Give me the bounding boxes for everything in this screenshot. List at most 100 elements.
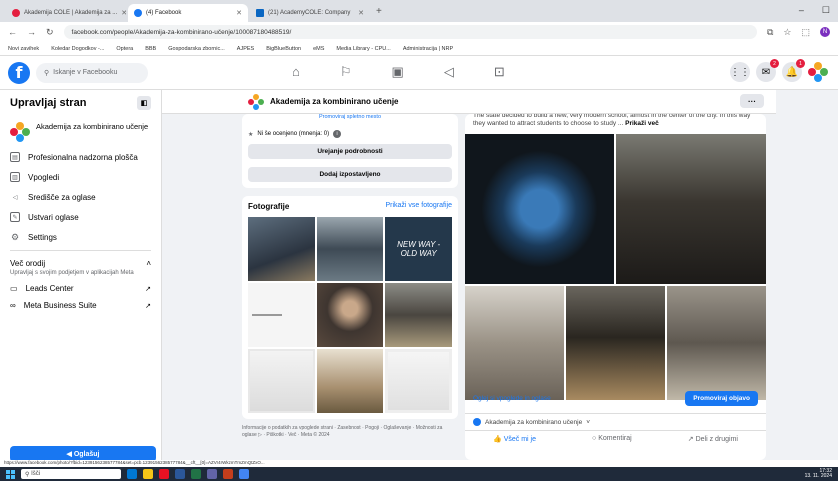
share-button[interactable]: ↗ Deli z drugimi [688,435,738,443]
see-more-link[interactable]: Prikaži več [625,120,659,127]
photo-tile[interactable] [316,283,384,347]
page-header: Akademija za kombinirano učenje ··· [162,90,776,114]
bookmark-item[interactable]: Gospodarska zbornic... [168,46,225,52]
promote-website-link[interactable]: Promoviraj spletno mesto [248,114,452,124]
bookmark-item[interactable]: BBB [145,46,156,52]
post-text: The state decided to build a new, very m… [473,114,751,128]
sidebar-page-entry[interactable]: Akademija za kombinirano učenje [10,122,151,142]
back-arrow-icon[interactable]: ← [8,27,17,37]
new-tab-button[interactable]: + [376,6,382,17]
divider [10,250,151,251]
post-photo[interactable] [566,286,665,400]
page-avatar[interactable] [808,62,828,82]
bell-icon[interactable]: 🔔 1 [782,59,805,82]
sidebar-item-settings[interactable]: ⚙ Settings [10,232,151,242]
pages-icon[interactable]: ▣ [392,64,404,80]
star-icon: ★ [248,131,254,138]
taskbar-search-input[interactable]: ⚲ Išči [21,469,121,479]
flag-icon[interactable]: ⚐ [340,64,352,80]
collapse-icon[interactable]: ◧ [137,96,151,110]
more-tools-title: Več orodij [10,259,46,268]
windows-start-icon[interactable] [6,469,15,479]
photo-tile[interactable] [385,349,452,413]
taskbar-app-icon[interactable] [191,469,201,479]
menu-grid-icon[interactable]: ⋮⋮ [730,62,750,82]
photo-tile[interactable] [385,283,452,347]
taskbar-app-icon[interactable] [207,469,217,479]
home-icon[interactable]: ⌂ [292,64,300,80]
star-icon[interactable]: ☆ [783,27,791,38]
maximize-button[interactable]: ☐ [822,5,830,16]
close-icon[interactable]: ✕ [358,9,364,17]
bookmark-item[interactable]: Media Library - CPU... [336,46,390,52]
bookmark-item[interactable]: Novi zavihek [8,46,39,52]
browser-tab-linkedin[interactable]: (21) AcademyCOLE: Company ✕ [250,4,370,22]
info-icon[interactable]: i [333,130,342,138]
photo-tile[interactable] [248,283,315,347]
facebook-search-input[interactable]: ⚲ Iskanje v Facebooku [36,62,148,83]
more-options-button[interactable]: ··· [740,94,764,108]
taskbar-app-icon[interactable] [239,469,249,479]
browser-tab-cole[interactable]: Akademija COLE | Akademija za ... ✕ [6,4,126,22]
search-icon: ⚲ [44,69,50,77]
post-photo[interactable] [616,134,766,284]
extensions-icon[interactable]: ⬚ [801,27,810,38]
photo-tile[interactable] [316,217,384,281]
photo-tile[interactable] [248,217,315,281]
system-clock[interactable]: 17:32 13. 11. 2024 [805,468,832,480]
facebook-logo-icon[interactable]: f [8,61,30,84]
bookmark-item[interactable]: AJPES [237,46,254,52]
bookmark-item[interactable]: BigBlueButton [266,46,301,52]
taskbar-app-icon[interactable] [175,469,185,479]
bookmarks-bar: Novi zavihek Koledar Dogodkov -... Opter… [0,42,838,56]
edit-details-button[interactable]: Urejanje podrobnosti [248,144,452,159]
gaming-icon[interactable]: ⊡ [494,64,505,80]
photo-tile[interactable] [248,349,315,413]
translate-icon[interactable]: ⧉ [767,27,773,38]
reload-icon[interactable]: ↻ [46,27,54,38]
photo-tile[interactable] [316,349,384,413]
external-link-icon: ↗ [145,285,151,293]
sidebar-item-meta-business-suite[interactable]: ∞ Meta Business Suite ↗ [10,301,151,310]
tab-label: (4) Facebook [146,10,182,16]
like-button[interactable]: 👍 Všeč mi je [493,435,536,443]
rating-text: Ni še ocenjeno (mnenja: 0) [257,131,330,137]
posting-as-row[interactable]: Akademija za kombinirano učenje ˅ [465,413,766,426]
show-all-photos-link[interactable]: Prikaži vse fotografije [385,202,452,211]
taskbar-app-icon[interactable] [159,469,169,479]
sidebar-item-dashboard[interactable]: ▤ Profesionalna nadzorna plošča [10,152,151,162]
promote-post-button[interactable]: Promoviraj objavo [685,390,758,406]
bookmark-item[interactable]: eMS [313,46,324,52]
post-photo[interactable] [465,134,614,284]
share-icon: ↗ [687,435,694,443]
forward-arrow-icon[interactable]: → [27,27,36,37]
sidebar-item-insights[interactable]: ▥ Vpogledi [10,172,151,182]
url-field[interactable]: facebook.com/people/Akademija-za-kombini… [63,25,757,39]
messenger-icon[interactable]: ✉ 2 [756,59,779,82]
browser-tab-facebook[interactable]: (4) Facebook ✕ [128,4,248,22]
close-icon[interactable]: ✕ [121,9,126,17]
post-actions: 👍 Všeč mi je ○ Komentiraj ↗ Deli z drugi… [465,430,766,446]
photo-tile[interactable]: NEW WAY - OLD WAY [385,217,452,281]
more-tools-header[interactable]: Več orodij ˄ [10,259,151,268]
taskbar-app-icon[interactable] [143,469,153,479]
close-icon[interactable]: ✕ [236,9,242,17]
bookmark-item[interactable]: Administracija | NRP [403,46,453,52]
minimize-button[interactable]: – [799,5,804,16]
post-photo[interactable] [667,286,766,400]
comment-button[interactable]: ○ Komentiraj [592,435,632,442]
sidebar-item-ad-center[interactable]: ◁ Središče za oglase [10,192,151,202]
add-featured-button[interactable]: Dodaj izpostavljeno [248,167,452,182]
sidebar-item-leads-center[interactable]: ▭ Leads Center ↗ [10,284,151,293]
taskbar-app-icon[interactable] [223,469,233,479]
tool-label: Leads Center [25,284,74,293]
megaphone-icon[interactable]: ◁ [444,64,454,80]
view-insights-link[interactable]: Oglej si vpoglede in oglase [473,395,551,402]
profile-avatar[interactable]: N [820,26,830,37]
sidebar-item-create-ads[interactable]: ✎ Ustvari oglase [10,212,151,222]
bookmark-item[interactable]: Koledar Dogodkov -... [51,46,104,52]
external-link-icon: ↗ [145,302,151,310]
taskbar-app-icon[interactable] [127,469,137,479]
post-photo[interactable] [465,286,564,400]
bookmark-item[interactable]: Optera [116,46,133,52]
